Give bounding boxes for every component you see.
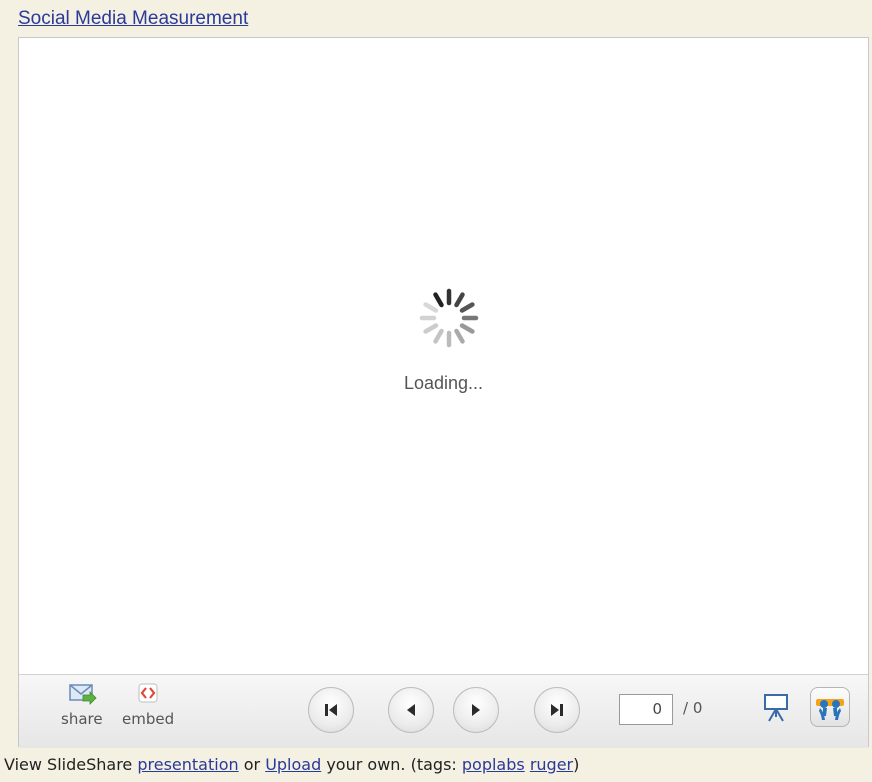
skip-to-end-icon xyxy=(551,704,563,716)
upload-link[interactable]: Upload xyxy=(265,755,321,774)
footer-prefix: View SlideShare xyxy=(4,755,138,774)
previous-arrow-icon xyxy=(407,704,415,716)
page-number-input[interactable]: 0 xyxy=(619,694,673,725)
share-label: share xyxy=(61,710,103,728)
first-slide-button[interactable] xyxy=(308,687,354,733)
presentation-title-link[interactable]: Social Media Measurement xyxy=(18,8,248,30)
last-slide-button[interactable] xyxy=(534,687,580,733)
page-total-label: / 0 xyxy=(683,699,703,717)
skip-to-start-icon xyxy=(325,704,337,716)
next-slide-button[interactable] xyxy=(453,687,499,733)
footer-close: ) xyxy=(573,755,580,774)
slideshow-viewer: Loading... share embed 0 / 0 xyxy=(18,37,869,748)
footer-text: View SlideShare presentation or Upload y… xyxy=(4,755,579,774)
envelope-icon xyxy=(69,684,97,705)
previous-slide-button[interactable] xyxy=(388,687,434,733)
player-toolbar: share embed 0 / 0 xyxy=(19,674,868,748)
embed-label: embed xyxy=(122,710,175,728)
footer-or: or xyxy=(238,755,266,774)
footer-suffix: your own. (tags: xyxy=(321,755,462,774)
embed-code-icon xyxy=(138,683,158,703)
next-arrow-icon xyxy=(472,704,480,716)
share-button[interactable]: share xyxy=(61,683,103,728)
tag-link-ruger[interactable]: ruger xyxy=(530,755,573,774)
presentation-easel-icon[interactable] xyxy=(763,693,789,723)
slideshare-logo-icon xyxy=(816,699,844,720)
presentation-link[interactable]: presentation xyxy=(137,755,238,774)
tag-link-poplabs[interactable]: poplabs xyxy=(462,755,525,774)
loading-text: Loading... xyxy=(403,373,484,393)
loading-spinner-icon xyxy=(419,288,479,348)
embed-button[interactable]: embed xyxy=(122,683,174,728)
slideshare-logo-button[interactable] xyxy=(810,687,850,727)
slide-area: Loading... xyxy=(19,38,868,673)
